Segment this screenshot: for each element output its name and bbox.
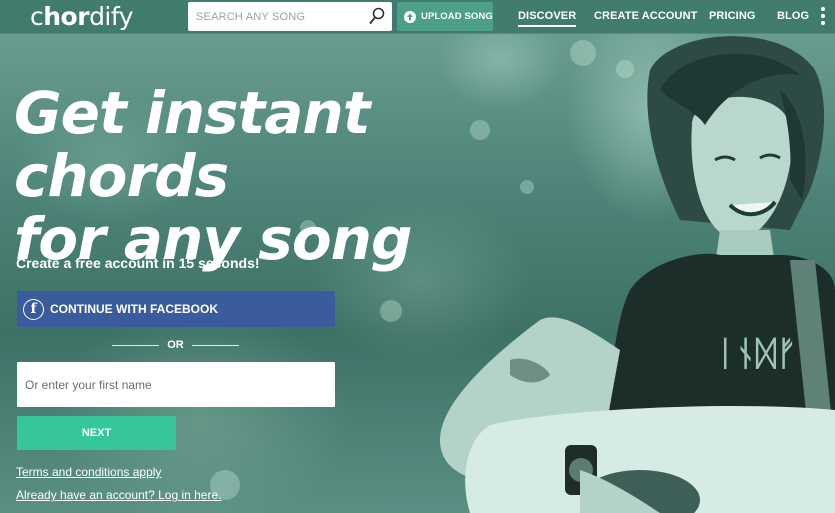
upload-song-button[interactable]: UPLOAD SONG	[397, 2, 493, 31]
logo-part: c	[30, 2, 44, 31]
divider-line	[191, 344, 239, 346]
login-link[interactable]: Already have an account? Log in here.	[16, 488, 221, 502]
divider-line	[112, 344, 160, 346]
nav-create-account[interactable]: CREATE ACCOUNT	[594, 10, 697, 22]
hero-subheading: Create a free account in 15 seconds!	[16, 255, 260, 271]
or-label: OR	[167, 339, 184, 351]
facebook-icon: f	[23, 298, 44, 320]
nav-blog[interactable]: BLOG	[777, 10, 809, 22]
first-name-input[interactable]	[17, 362, 335, 407]
nav-discover[interactable]: DISCOVER	[518, 10, 577, 27]
facebook-button-label: CONTINUE WITH FACEBOOK	[50, 302, 218, 316]
logo-part: hor	[43, 2, 90, 31]
search-icon[interactable]	[369, 7, 385, 25]
nav-pricing[interactable]: PRICING	[709, 10, 756, 22]
or-divider: OR	[112, 338, 239, 352]
headline-line: Get instant chords	[14, 79, 370, 210]
search-box	[188, 2, 392, 31]
bokeh-light	[380, 300, 402, 322]
top-navigation: chordify UPLOAD SONG DISCOVER CREATE ACC…	[0, 0, 835, 34]
svg-text:ᛁᚾᛞᚠ: ᛁᚾᛞᚠ	[715, 334, 797, 374]
upload-icon	[404, 10, 416, 23]
logo-part: dify	[89, 2, 134, 31]
continue-with-facebook-button[interactable]: f CONTINUE WITH FACEBOOK	[17, 291, 335, 327]
upload-song-label: UPLOAD SONG	[421, 11, 493, 22]
search-input[interactable]	[188, 10, 358, 23]
hero-headline: Get instant chords for any song	[14, 82, 494, 271]
next-button[interactable]: NEXT	[17, 416, 176, 450]
more-vertical-icon[interactable]	[821, 7, 825, 25]
terms-link[interactable]: Terms and conditions apply	[16, 465, 161, 479]
chordify-logo[interactable]: chordify	[30, 1, 134, 33]
